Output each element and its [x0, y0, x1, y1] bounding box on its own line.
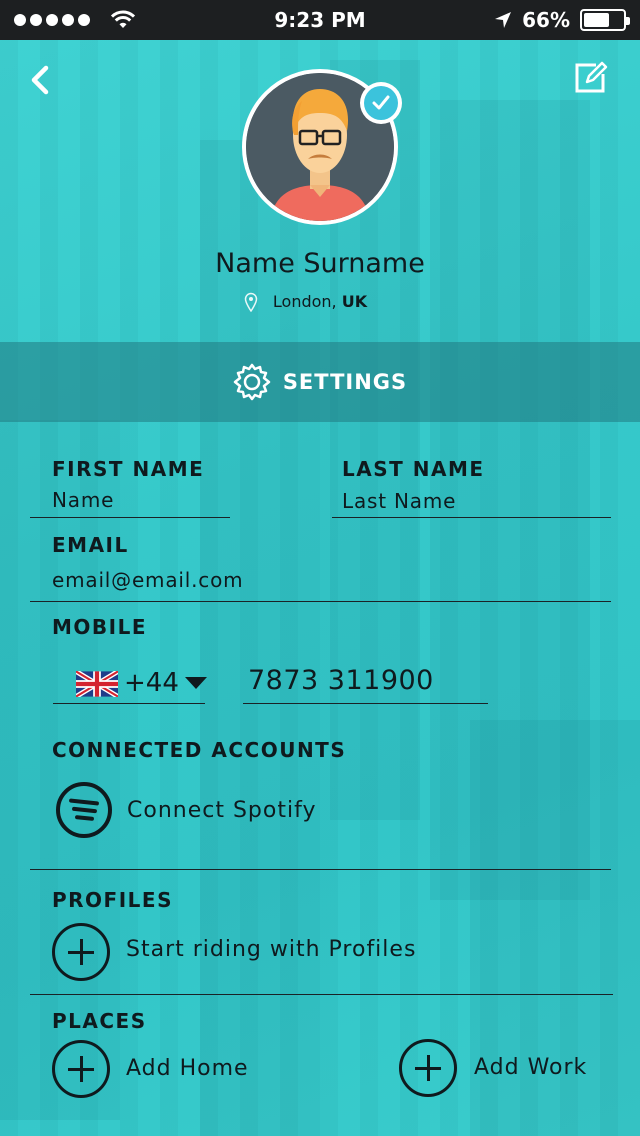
divider [30, 869, 611, 870]
uk-flag-icon[interactable] [76, 671, 118, 697]
country-code-value: +44 [124, 668, 179, 698]
signal-strength [14, 10, 136, 30]
location-arrow-icon [495, 12, 512, 28]
dropdown-arrow-icon [184, 677, 207, 689]
verified-badge [360, 82, 402, 124]
first-name-field[interactable]: Name [52, 488, 230, 512]
last-name-field[interactable]: Last Name [342, 489, 610, 513]
back-button[interactable] [24, 62, 56, 98]
spotify-icon[interactable] [56, 782, 112, 838]
signal-dot [46, 14, 58, 26]
add-work-button[interactable] [399, 1039, 457, 1097]
signal-dot [14, 14, 26, 26]
profile-name: Name Surname [215, 248, 425, 279]
battery-fill [584, 13, 610, 27]
wifi-icon [110, 10, 136, 28]
divider [243, 703, 488, 704]
edit-button[interactable] [572, 60, 608, 96]
divider [53, 703, 205, 704]
mobile-label: MOBILE [52, 615, 147, 639]
add-home-label[interactable]: Add Home [126, 1056, 249, 1081]
location-pin-icon [244, 292, 258, 312]
signal-dot [78, 14, 90, 26]
profiles-label: PROFILES [52, 888, 173, 912]
battery-percent: 66% [522, 8, 570, 32]
divider [30, 994, 613, 995]
battery-icon [580, 9, 630, 31]
places-label: PLACES [52, 1009, 147, 1033]
add-work-label[interactable]: Add Work [474, 1055, 587, 1080]
add-profile-button[interactable] [52, 923, 110, 981]
settings-header: SETTINGS [0, 342, 640, 422]
start-riding-profiles-link[interactable]: Start riding with Profiles [126, 937, 416, 962]
signal-dot [62, 14, 74, 26]
location-city: London, [272, 292, 342, 311]
location-country: UK [341, 292, 368, 311]
status-bar: 9:23 PM 66% [0, 0, 640, 40]
connect-spotify-button[interactable]: Connect Spotify [127, 798, 316, 823]
email-field[interactable]: email@email.com [52, 568, 592, 592]
divider [30, 517, 230, 518]
divider [332, 517, 611, 518]
divider [30, 601, 611, 602]
checkmark-icon [372, 95, 390, 110]
phone-number-field[interactable]: 7873 311900 [248, 665, 488, 696]
signal-dot [30, 14, 42, 26]
first-name-label: FIRST NAME [52, 457, 205, 481]
gear-icon [233, 363, 271, 401]
last-name-label: LAST NAME [342, 457, 485, 481]
add-home-button[interactable] [52, 1040, 110, 1098]
settings-title: SETTINGS [282, 370, 408, 394]
profile-location: London, UK [0, 292, 640, 312]
country-code-dropdown[interactable]: +44 [124, 668, 207, 698]
connected-accounts-label: CONNECTED ACCOUNTS [52, 738, 347, 762]
email-label: EMAIL [52, 533, 129, 557]
